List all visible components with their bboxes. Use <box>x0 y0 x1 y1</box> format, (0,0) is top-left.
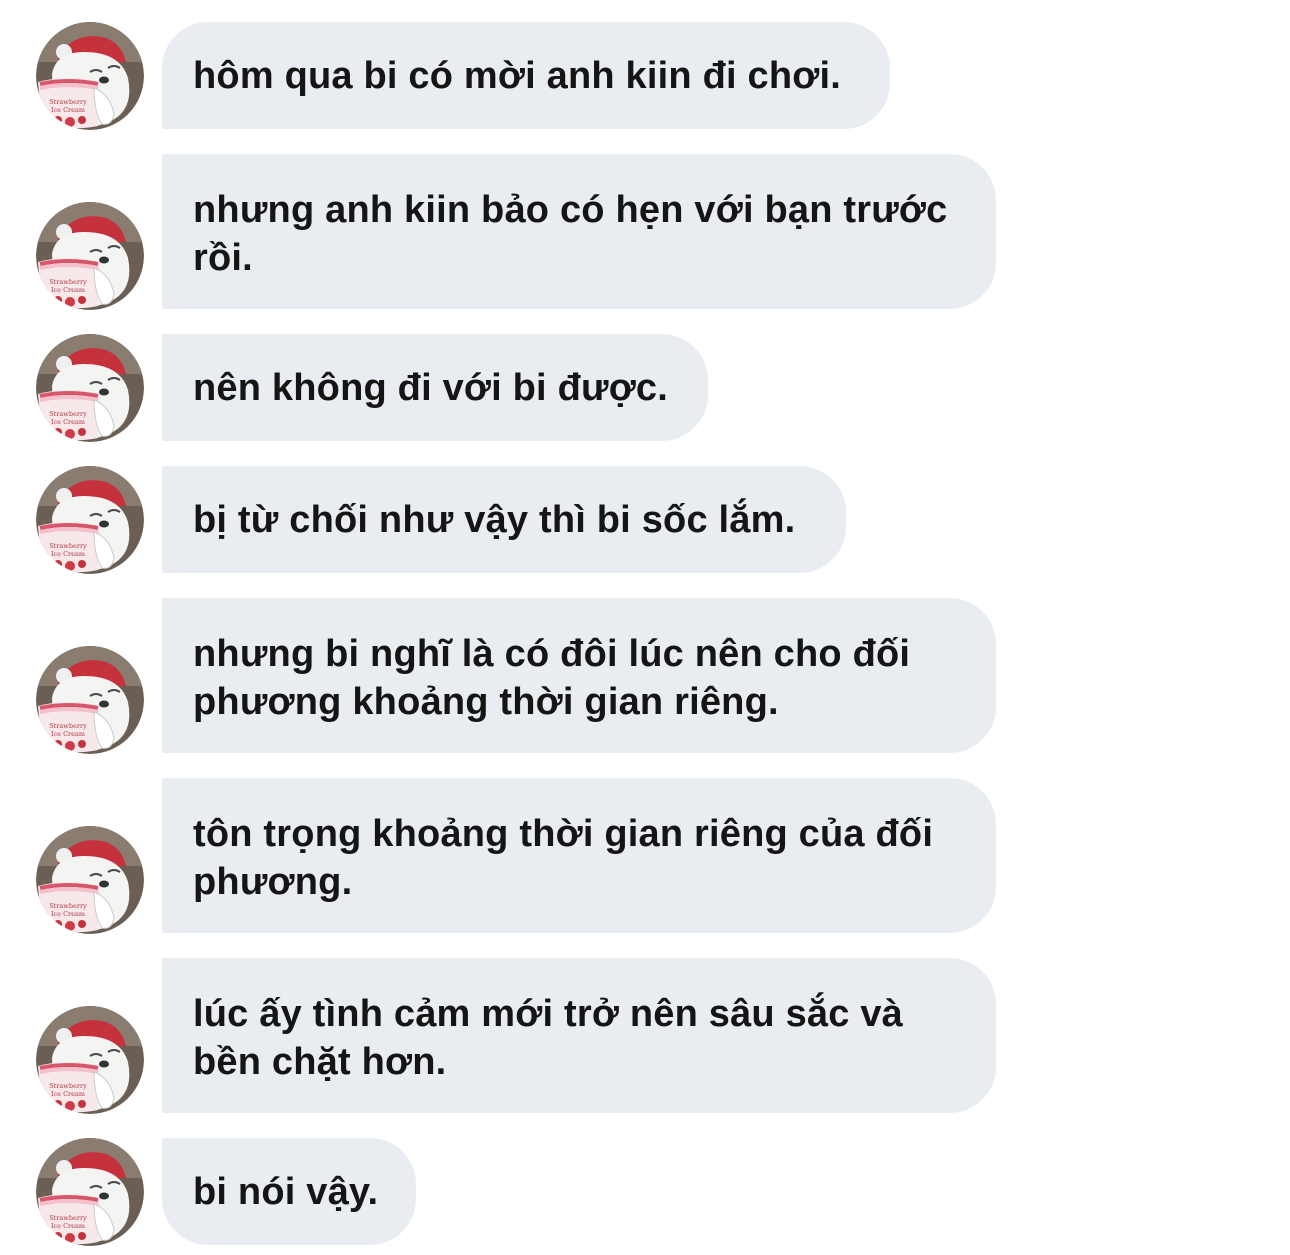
bear-ice-cream-avatar-icon <box>36 1138 144 1246</box>
message-text-line: nhưng bi nghĩ là có đôi lúc nên cho đối <box>193 633 911 675</box>
message-text-line: bền chặt hơn. <box>193 1041 447 1083</box>
message-text-line: phương khoảng thời gian riêng. <box>193 681 779 723</box>
message-bubble-8[interactable]: bi nói vậy. <box>162 1138 416 1245</box>
message-bubble-4[interactable]: bị từ chối như vậy thì bi sốc lắm. <box>162 466 846 573</box>
message-bubble-2[interactable]: nhưng anh kiin bảo có hẹn với bạn trước r… <box>162 154 996 309</box>
message-bubble-6[interactable]: tôn trọng khoảng thời gian riêng của đối… <box>162 778 996 933</box>
sender-avatar[interactable] <box>36 466 144 574</box>
message-bubble-1[interactable]: hôm qua bi có mời anh kiin đi chơi. <box>162 22 890 129</box>
bear-ice-cream-avatar-icon <box>36 826 144 934</box>
message-text-line: bị từ chối như vậy thì bi sốc lắm. <box>193 499 796 541</box>
bear-ice-cream-avatar-icon <box>36 1006 144 1114</box>
bear-ice-cream-avatar-icon <box>36 202 144 310</box>
message-bubble-7[interactable]: lúc ấy tình cảm mới trở nên sâu sắc và bề… <box>162 958 996 1113</box>
sender-avatar[interactable] <box>36 826 144 934</box>
message-text-line: hôm qua bi có mời anh kiin đi chơi. <box>193 55 841 97</box>
sender-avatar[interactable] <box>36 1138 144 1246</box>
sender-avatar[interactable] <box>36 202 144 310</box>
message-text-line: phương. <box>193 861 353 903</box>
sender-avatar[interactable] <box>36 22 144 130</box>
bear-ice-cream-avatar-icon <box>36 646 144 754</box>
message-text-line: nên không đi với bi được. <box>193 367 669 409</box>
bear-ice-cream-avatar-icon <box>36 334 144 442</box>
message-text-line: rồi. <box>193 237 253 279</box>
sender-avatar[interactable] <box>36 1006 144 1114</box>
sender-avatar[interactable] <box>36 334 144 442</box>
message-bubble-5[interactable]: nhưng bi nghĩ là có đôi lúc nên cho đối p… <box>162 598 996 753</box>
message-text-line: bi nói vậy. <box>193 1171 379 1213</box>
bear-ice-cream-avatar-icon <box>36 466 144 574</box>
message-text-line: nhưng anh kiin bảo có hẹn với bạn trước <box>193 189 948 231</box>
sender-avatar[interactable] <box>36 646 144 754</box>
bear-ice-cream-avatar-icon <box>36 22 144 130</box>
message-text-line: lúc ấy tình cảm mới trở nên sâu sắc và <box>193 993 904 1035</box>
message-bubble-3[interactable]: nên không đi với bi được. <box>162 334 708 441</box>
message-text-line: tôn trọng khoảng thời gian riêng của đối <box>193 813 934 855</box>
